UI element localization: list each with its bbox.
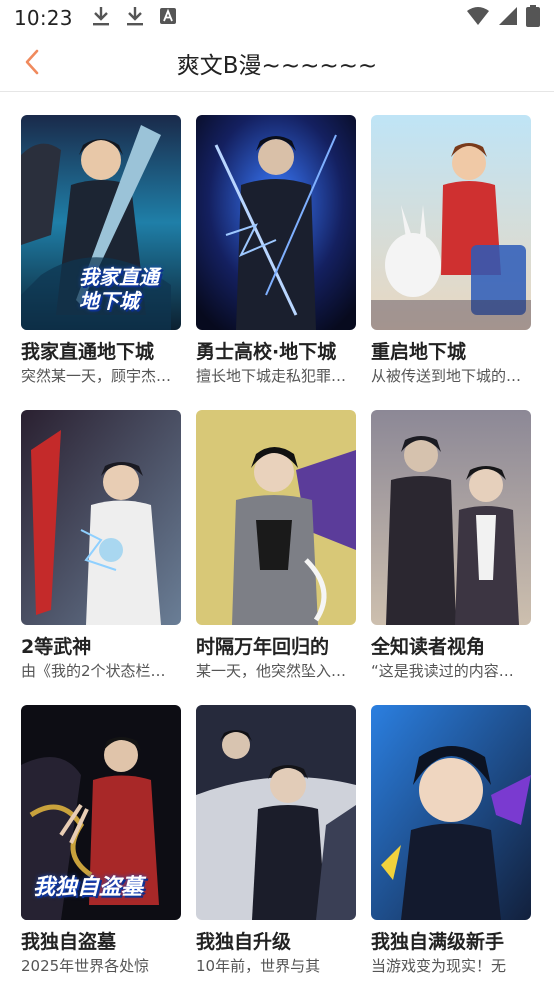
comic-cover[interactable] <box>196 705 356 920</box>
comic-grid: 我家直通地下城 我家直通地下城 突然某一天，顾宇杰… 勇士高校·地下城 擅长地下… <box>21 115 533 1000</box>
comic-title: 我家直通地下城 <box>21 341 155 363</box>
font-icon <box>159 7 177 29</box>
comic-title: 我独自盗墓 <box>21 931 117 953</box>
comic-cover[interactable]: 我独自盗墓 <box>21 705 181 920</box>
comic-title: 全知读者视角 <box>371 636 486 658</box>
comic-title: 勇士高校·地下城 <box>196 341 337 363</box>
comic-desc: 擅长地下城走私犯罪… <box>196 367 347 385</box>
comic-cover[interactable] <box>21 410 181 625</box>
comic-title: 2等武神 <box>21 636 92 658</box>
comic-card[interactable]: 我独自升级 10年前，世界与其 <box>196 705 356 1000</box>
comic-desc: 2025年世界各处惊 <box>21 957 150 975</box>
nav-bar: 爽文B漫~~~~~~ <box>0 36 554 92</box>
comic-card[interactable]: 2等武神 由《我的2个状态栏… <box>21 410 181 705</box>
comic-desc: “这是我读过的内容… <box>371 662 514 680</box>
status-time: 10:23 <box>14 6 73 30</box>
comic-title: 重启地下城 <box>371 341 467 363</box>
comic-cover[interactable] <box>196 410 356 625</box>
comic-card[interactable]: 我独自满级新手 当游戏变为现实！无 <box>371 705 531 1000</box>
comic-cover[interactable] <box>371 410 531 625</box>
page-title: 爽文B漫~~~~~~ <box>176 53 378 79</box>
cover-title-art: 我家直通地下城 <box>79 265 159 313</box>
system-icons <box>466 5 540 31</box>
download-icon <box>125 5 145 31</box>
comic-cover[interactable] <box>371 705 531 920</box>
chevron-left-icon <box>24 49 40 79</box>
comic-desc: 10年前，世界与其 <box>196 957 321 975</box>
comic-title: 时隔万年回归的 <box>196 636 330 658</box>
comic-card[interactable]: 勇士高校·地下城 擅长地下城走私犯罪… <box>196 115 356 410</box>
comic-cover[interactable] <box>196 115 356 330</box>
cover-title-art: 我独自盗墓 <box>33 875 144 900</box>
battery-icon <box>526 5 540 31</box>
notification-icons <box>91 5 177 31</box>
back-button[interactable] <box>14 46 50 82</box>
comic-cover[interactable] <box>371 115 531 330</box>
comic-desc: 某一天，他突然坠入… <box>196 662 347 680</box>
comic-card[interactable]: 时隔万年回归的 某一天，他突然坠入… <box>196 410 356 705</box>
comic-desc: 由《我的2个状态栏… <box>21 662 166 680</box>
comic-desc: 突然某一天，顾宇杰… <box>21 367 172 385</box>
signal-icon <box>498 6 518 30</box>
comic-title: 我独自升级 <box>196 931 292 953</box>
comic-card[interactable]: 我家直通地下城 我家直通地下城 突然某一天，顾宇杰… <box>21 115 181 410</box>
status-bar: 10:23 <box>0 0 554 36</box>
download-icon <box>91 5 111 31</box>
comic-card[interactable]: 全知读者视角 “这是我读过的内容… <box>371 410 531 705</box>
comic-cover[interactable]: 我家直通地下城 <box>21 115 181 330</box>
comic-card[interactable]: 我独自盗墓 我独自盗墓 2025年世界各处惊 <box>21 705 181 1000</box>
comic-desc: 从被传送到地下城的… <box>371 367 522 385</box>
comic-card[interactable]: 重启地下城 从被传送到地下城的… <box>371 115 531 410</box>
comic-desc: 当游戏变为现实！无 <box>371 957 507 975</box>
wifi-icon <box>466 6 490 30</box>
comic-title: 我独自满级新手 <box>371 931 505 953</box>
